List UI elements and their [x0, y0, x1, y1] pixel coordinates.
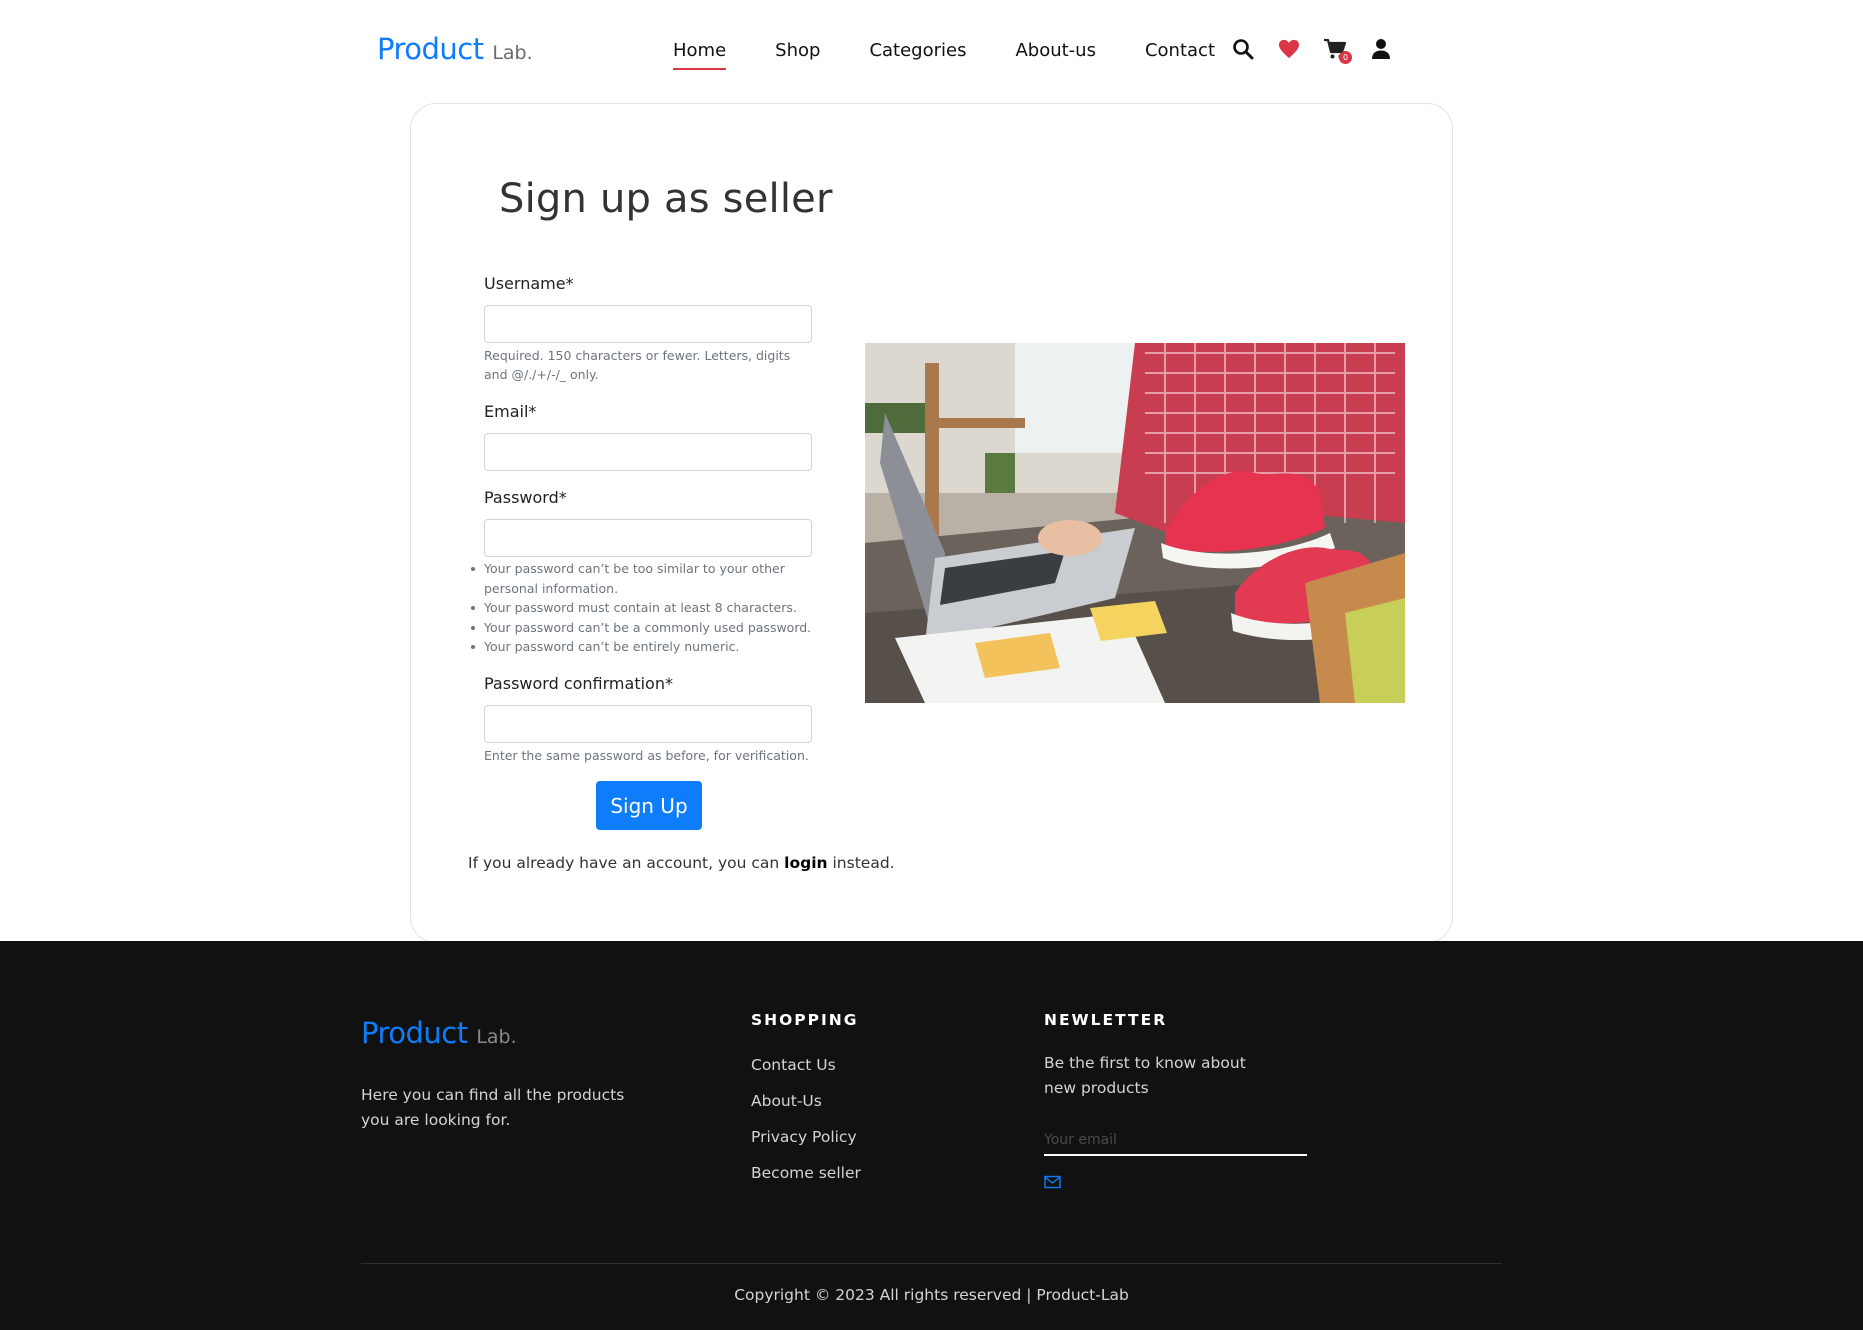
footer-link-become-seller[interactable]: Become seller	[751, 1164, 861, 1200]
email-label: Email*	[484, 402, 537, 421]
brand-suffix: Lab.	[492, 42, 533, 64]
username-label: Username*	[484, 274, 574, 293]
nav-link-contact[interactable]: Contact	[1145, 38, 1215, 64]
newsletter-text: Be the first to know about new products	[1044, 1054, 1246, 1097]
nav-icons: 0	[1230, 36, 1414, 64]
envelope-icon[interactable]	[1044, 1174, 1061, 1189]
user-icon[interactable]	[1368, 36, 1394, 62]
password-rules-list: Your password can’t be too similar to yo…	[471, 559, 824, 657]
brand-name: Product	[377, 32, 484, 66]
site-footer: Product Lab. Here you can find all the p…	[0, 941, 1863, 1330]
password-rule: Your password can’t be a commonly used p…	[471, 618, 824, 638]
sign-up-button[interactable]: Sign Up	[596, 781, 702, 830]
nav-link-categories[interactable]: Categories	[869, 38, 966, 64]
password-input[interactable]	[484, 519, 812, 557]
login-suffix-text: instead.	[827, 854, 895, 872]
footer-brand-logo[interactable]: Product Lab.	[361, 1016, 517, 1050]
footer-brand-name: Product	[361, 1016, 468, 1050]
username-help-text: Required. 150 characters or fewer. Lette…	[484, 348, 791, 382]
login-prefix-text: If you already have an account, you can	[468, 854, 785, 872]
newsletter-heading: NEWLETTER	[1044, 1011, 1168, 1029]
password-confirm-help-text: Enter the same password as before, for v…	[484, 748, 809, 763]
signup-card: Sign up as seller Username* Required. 15…	[410, 103, 1453, 943]
password-label: Password*	[484, 488, 567, 507]
footer-link-privacy-policy[interactable]: Privacy Policy	[751, 1128, 861, 1164]
password-rule: Your password can’t be entirely numeric.	[471, 637, 824, 657]
search-icon[interactable]	[1230, 36, 1256, 62]
shopping-links: Contact Us About-Us Privacy Policy Becom…	[751, 1056, 861, 1200]
login-prompt: If you already have an account, you can …	[468, 854, 895, 872]
footer-description: Here you can find all the products you a…	[361, 1086, 625, 1129]
password-confirm-input[interactable]	[484, 705, 812, 743]
nav-link-home[interactable]: Home	[673, 38, 727, 70]
newsletter-email-input[interactable]	[1044, 1126, 1307, 1156]
top-navbar: Product Lab. Home Shop Categories About-…	[0, 0, 1863, 100]
footer-link-contact-us[interactable]: Contact Us	[751, 1056, 861, 1092]
brand-logo[interactable]: Product Lab.	[377, 32, 533, 66]
heart-icon[interactable]	[1276, 36, 1302, 62]
cart-count-badge: 0	[1339, 51, 1352, 64]
email-input[interactable]	[484, 433, 812, 471]
password-rule: Your password must contain at least 8 ch…	[471, 598, 824, 618]
password-rule: Your password can’t be too similar to yo…	[471, 559, 824, 598]
login-link[interactable]: login	[784, 854, 827, 872]
username-input[interactable]	[484, 305, 812, 343]
shopping-heading: SHOPPING	[751, 1011, 859, 1029]
seller-photo	[865, 343, 1405, 703]
nav-link-shop[interactable]: Shop	[775, 38, 820, 64]
password-confirm-label: Password confirmation*	[484, 674, 673, 693]
cart-icon[interactable]: 0	[1322, 36, 1352, 64]
footer-link-about-us[interactable]: About-Us	[751, 1092, 861, 1128]
page-title: Sign up as seller	[499, 176, 833, 222]
copyright-text: Copyright © 2023 All rights reserved | P…	[734, 1286, 1129, 1304]
footer-brand-suffix: Lab.	[476, 1026, 517, 1048]
nav-links: Home Shop Categories About-us Contact	[673, 38, 1264, 70]
nav-link-about-us[interactable]: About-us	[1015, 38, 1096, 64]
footer-divider	[361, 1263, 1502, 1264]
